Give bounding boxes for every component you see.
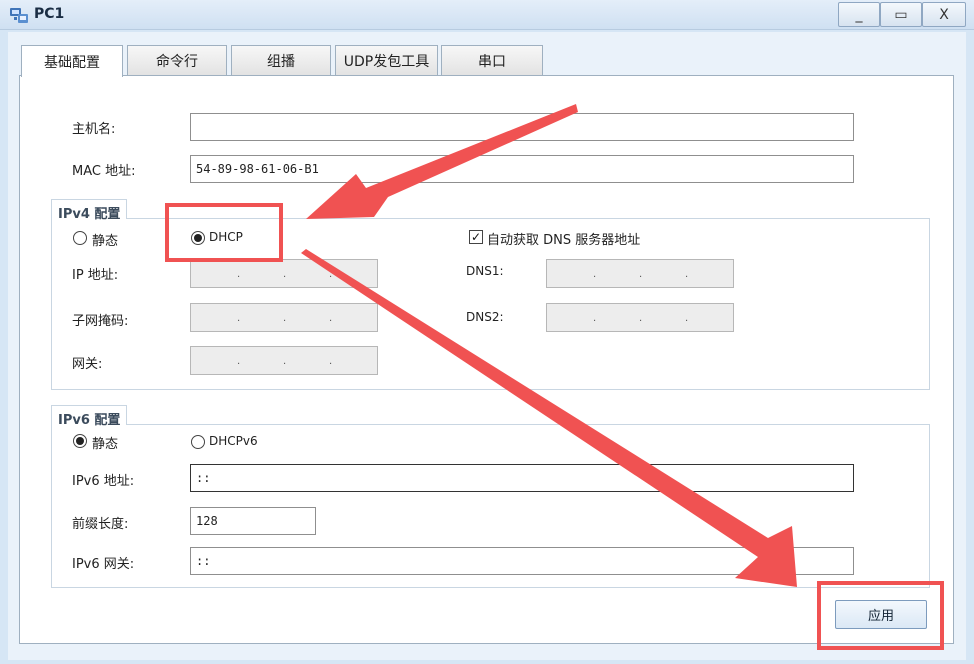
ipv4-ip-label: IP 地址: [72, 268, 119, 283]
ipv6-address-input[interactable]: :: [190, 464, 854, 492]
ipv6-group-title: IPv6 配置 [51, 405, 128, 428]
auto-dns-checkbox[interactable]: ✓ [469, 230, 483, 244]
ipv6-gateway-label: IPv6 网关: [72, 557, 135, 572]
dns2-input[interactable]: ... [546, 303, 734, 332]
mac-label: MAC 地址: [72, 164, 136, 179]
ipv4-static-label: 静态 [92, 234, 119, 249]
ipv4-gateway-input[interactable]: ... [190, 346, 378, 375]
auto-dns-label: 自动获取 DNS 服务器地址 [487, 233, 641, 248]
ipv4-dhcp-label: DHCP [209, 230, 243, 244]
ipv6-dhcpv6-radio[interactable] [191, 435, 205, 449]
ipv4-mask-label: 子网掩码: [72, 314, 129, 329]
dns1-input[interactable]: ... [546, 259, 734, 288]
ipv4-gateway-label: 网关: [72, 357, 103, 372]
ipv6-gateway-input[interactable]: :: [190, 547, 854, 575]
mac-address-input[interactable]: 54-89-98-61-06-B1 [190, 155, 854, 183]
ipv6-static-radio[interactable] [73, 434, 87, 448]
ipv6-static-label: 静态 [92, 437, 119, 452]
ipv4-group-title: IPv4 配置 [51, 199, 128, 222]
dns2-label: DNS2: [466, 310, 504, 324]
hostname-input[interactable] [190, 113, 854, 141]
ipv4-mask-input[interactable]: ... [190, 303, 378, 332]
hostname-label: 主机名: [72, 122, 116, 137]
apply-button[interactable]: 应用 [835, 600, 927, 629]
ipv4-dhcp-radio[interactable] [191, 231, 205, 245]
ipv4-static-radio[interactable] [73, 231, 87, 245]
ipv4-ip-input[interactable]: ... [190, 259, 378, 288]
ipv6-address-label: IPv6 地址: [72, 474, 135, 489]
dns1-label: DNS1: [466, 264, 504, 278]
ipv6-dhcpv6-label: DHCPv6 [209, 434, 258, 448]
prefix-length-label: 前缀长度: [72, 517, 129, 532]
prefix-length-input[interactable]: 128 [190, 507, 316, 535]
